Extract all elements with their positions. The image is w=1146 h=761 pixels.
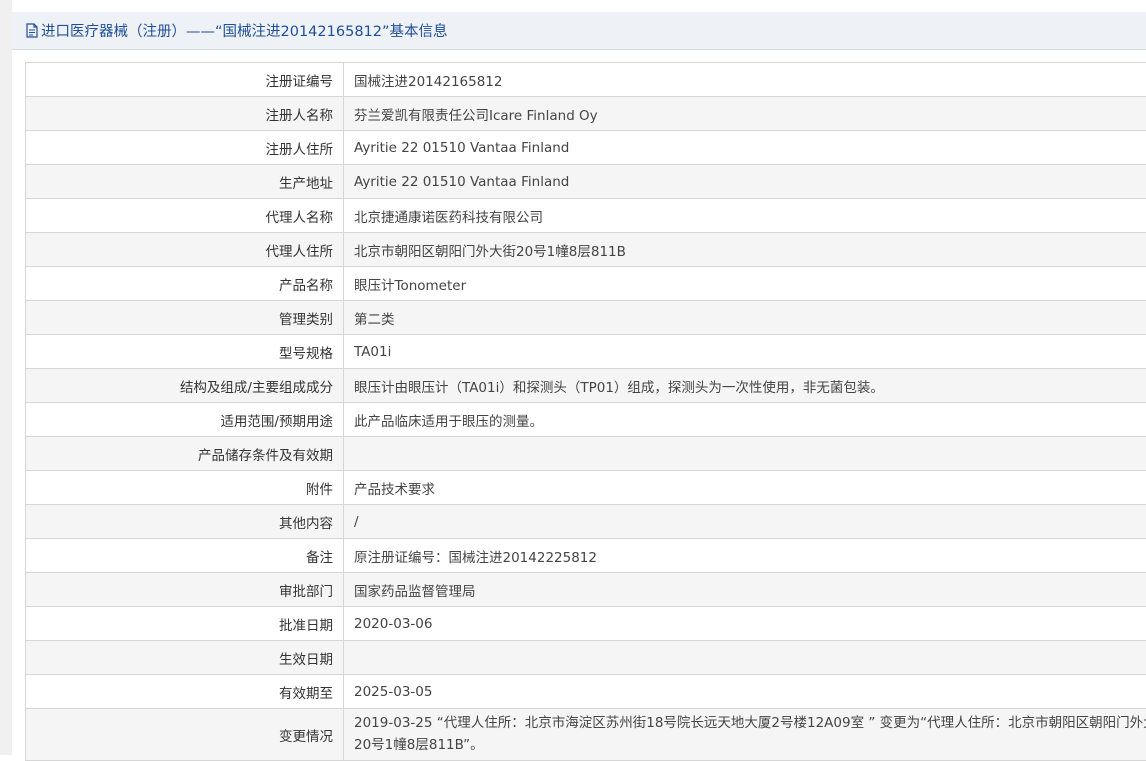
row-value: 2025-03-05 bbox=[344, 675, 1146, 709]
info-table: 注册证编号 国械注进20142165812 注册人名称 芬兰爱凯有限责任公司Ic… bbox=[25, 62, 1146, 761]
row-label: 附件 bbox=[26, 471, 344, 505]
row-label: 批准日期 bbox=[26, 607, 344, 641]
row-label: 变更情况 bbox=[26, 709, 344, 761]
document-icon bbox=[26, 23, 38, 38]
row-value: 眼压计Tonometer bbox=[344, 267, 1146, 301]
row-label: 注册人住所 bbox=[26, 131, 344, 165]
table-row: 产品储存条件及有效期 bbox=[26, 437, 1146, 471]
table-row: 批准日期 2020-03-06 bbox=[26, 607, 1146, 641]
row-label: 注册证编号 bbox=[26, 63, 344, 97]
row-label: 代理人名称 bbox=[26, 199, 344, 233]
row-value: 北京市朝阳区朝阳门外大街20号1幢8层811B bbox=[344, 233, 1146, 267]
table-row: 有效期至 2025-03-05 bbox=[26, 675, 1146, 709]
table-row: 结构及组成/主要组成成分 眼压计由眼压计（TA01i）和探测头（TP01）组成，… bbox=[26, 369, 1146, 403]
row-label: 管理类别 bbox=[26, 301, 344, 335]
row-value: 原注册证编号：国械注进20142225812 bbox=[344, 539, 1146, 573]
row-value: / bbox=[344, 505, 1146, 539]
table-row: 适用范围/预期用途 此产品临床适用于眼压的测量。 bbox=[26, 403, 1146, 437]
row-value bbox=[344, 641, 1146, 675]
row-label: 其他内容 bbox=[26, 505, 344, 539]
row-value: 2020-03-06 bbox=[344, 607, 1146, 641]
table-row: 附件 产品技术要求 bbox=[26, 471, 1146, 505]
row-label: 注册人名称 bbox=[26, 97, 344, 131]
table-row: 备注 原注册证编号：国械注进20142225812 bbox=[26, 539, 1146, 573]
row-label: 结构及组成/主要组成成分 bbox=[26, 369, 344, 403]
change-history-text: 2019-03-25 “代理人住所：北京市海淀区苏州街18号院长远天地大厦2号楼… bbox=[354, 712, 1146, 756]
table-row: 变更情况 2019-03-25 “代理人住所：北京市海淀区苏州街18号院长远天地… bbox=[26, 709, 1146, 761]
row-value: 此产品临床适用于眼压的测量。 bbox=[344, 403, 1146, 437]
row-label: 适用范围/预期用途 bbox=[26, 403, 344, 437]
row-value: 北京捷通康诺医药科技有限公司 bbox=[344, 199, 1146, 233]
table-row: 审批部门 国家药品监督管理局 bbox=[26, 573, 1146, 607]
row-value: TA01i bbox=[344, 335, 1146, 369]
table-row: 注册人名称 芬兰爱凯有限责任公司Icare Finland Oy bbox=[26, 97, 1146, 131]
table-row: 代理人住所 北京市朝阳区朝阳门外大街20号1幢8层811B bbox=[26, 233, 1146, 267]
table-row: 型号规格 TA01i bbox=[26, 335, 1146, 369]
row-value bbox=[344, 437, 1146, 471]
table-row: 注册人住所 Ayritie 22 01510 Vantaa Finland bbox=[26, 131, 1146, 165]
row-label: 型号规格 bbox=[26, 335, 344, 369]
table-row: 生效日期 bbox=[26, 641, 1146, 675]
table-row: 代理人名称 北京捷通康诺医药科技有限公司 bbox=[26, 199, 1146, 233]
row-value: Ayritie 22 01510 Vantaa Finland bbox=[344, 165, 1146, 199]
row-value: 国家药品监督管理局 bbox=[344, 573, 1146, 607]
row-value: 国械注进20142165812 bbox=[344, 63, 1146, 97]
row-value: 2019-03-25 “代理人住所：北京市海淀区苏州街18号院长远天地大厦2号楼… bbox=[344, 709, 1146, 761]
row-label: 审批部门 bbox=[26, 573, 344, 607]
page-title: 进口医疗器械（注册）——“国械注进20142165812”基本信息 bbox=[41, 20, 448, 41]
row-label: 备注 bbox=[26, 539, 344, 573]
table-row: 管理类别 第二类 bbox=[26, 301, 1146, 335]
row-label: 有效期至 bbox=[26, 675, 344, 709]
left-margin bbox=[0, 0, 12, 755]
row-label: 产品储存条件及有效期 bbox=[26, 437, 344, 471]
panel-body: 注册证编号 国械注进20142165812 注册人名称 芬兰爱凯有限责任公司Ic… bbox=[12, 50, 1146, 761]
row-value: Ayritie 22 01510 Vantaa Finland bbox=[344, 131, 1146, 165]
table-row: 生产地址 Ayritie 22 01510 Vantaa Finland bbox=[26, 165, 1146, 199]
row-value: 芬兰爱凯有限责任公司Icare Finland Oy bbox=[344, 97, 1146, 131]
row-label: 生效日期 bbox=[26, 641, 344, 675]
row-value: 产品技术要求 bbox=[344, 471, 1146, 505]
detail-panel: 进口医疗器械（注册）——“国械注进20142165812”基本信息 注册证编号 … bbox=[12, 12, 1146, 755]
table-row: 产品名称 眼压计Tonometer bbox=[26, 267, 1146, 301]
table-row: 其他内容 / bbox=[26, 505, 1146, 539]
row-label: 代理人住所 bbox=[26, 233, 344, 267]
row-label: 生产地址 bbox=[26, 165, 344, 199]
row-value: 眼压计由眼压计（TA01i）和探测头（TP01）组成，探测头为一次性使用，非无菌… bbox=[344, 369, 1146, 403]
panel-header: 进口医疗器械（注册）——“国械注进20142165812”基本信息 bbox=[12, 12, 1146, 50]
table-row: 注册证编号 国械注进20142165812 bbox=[26, 63, 1146, 97]
row-value: 第二类 bbox=[344, 301, 1146, 335]
row-label: 产品名称 bbox=[26, 267, 344, 301]
